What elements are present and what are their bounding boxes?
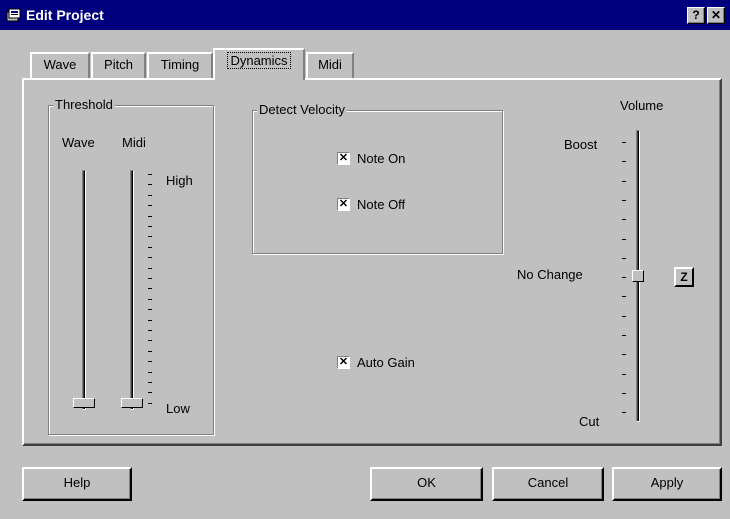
midi-tick: [148, 236, 152, 238]
detect-velocity-group-label: Detect Velocity: [257, 102, 347, 117]
apply-button-label: Apply: [650, 475, 684, 490]
note-on-label[interactable]: Note On: [357, 151, 405, 166]
auto-gain-label[interactable]: Auto Gain: [357, 355, 415, 370]
boost-label: Boost: [564, 137, 598, 152]
midi-tick: [148, 309, 152, 311]
midi-tick: [148, 382, 152, 383]
midi-tick: [148, 267, 152, 269]
tab-pitch[interactable]: Pitch: [91, 52, 146, 78]
midi-tick: [148, 319, 152, 321]
tab-pitch-label: Pitch: [104, 57, 133, 72]
tab-midi-label: Midi: [318, 57, 342, 72]
volume-tick: [622, 238, 626, 240]
help-button[interactable]: Help: [22, 467, 132, 501]
midi-tick: [148, 361, 152, 363]
high-label: High: [166, 173, 193, 188]
midi-tick: [148, 278, 152, 279]
ok-button-label: OK: [417, 475, 436, 490]
note-on-checkbox[interactable]: ✕: [337, 152, 350, 165]
tab-wave-label: Wave: [43, 57, 77, 72]
midi-tick: [148, 205, 152, 207]
volume-tick: [622, 161, 626, 163]
midi-tick: [148, 215, 152, 217]
volume-tick: [622, 277, 626, 279]
midi-tick: [148, 371, 152, 373]
volume-tick: [622, 392, 626, 394]
threshold-group-label: Threshold: [53, 97, 115, 112]
low-label: Low: [166, 401, 190, 416]
midi-tick: [148, 226, 152, 227]
detect-velocity-group: Detect Velocity: [252, 102, 503, 254]
wave-threshold-track[interactable]: [82, 170, 86, 410]
volume-tick: [622, 315, 626, 317]
title-bar: Edit Project ? ✕: [0, 0, 730, 30]
midi-tick: [148, 288, 152, 290]
volume-slider[interactable]: [632, 270, 644, 282]
auto-gain-checkbox[interactable]: ✕: [337, 356, 350, 369]
midi-threshold-label: Midi: [122, 135, 146, 150]
tab-dynamics[interactable]: Dynamics: [213, 48, 305, 80]
volume-tick: [622, 335, 626, 336]
ok-button[interactable]: OK: [370, 467, 483, 501]
wave-threshold-label: Wave: [62, 135, 95, 150]
volume-tick: [622, 199, 626, 201]
midi-tick: [148, 330, 152, 331]
zero-volume-button[interactable]: Z: [674, 267, 694, 287]
apply-button[interactable]: Apply: [612, 467, 722, 501]
midi-threshold-slider[interactable]: [121, 398, 143, 408]
midi-tick: [148, 392, 152, 394]
midi-tick: [148, 246, 152, 248]
tab-midi[interactable]: Midi: [306, 52, 354, 78]
volume-tick: [622, 257, 626, 259]
tab-timing[interactable]: Timing: [147, 52, 213, 78]
help-button-label: Help: [63, 475, 91, 490]
no-change-label: No Change: [517, 267, 583, 282]
cut-label: Cut: [579, 414, 600, 429]
project-icon: [6, 7, 22, 23]
note-off-checkbox[interactable]: ✕: [337, 198, 350, 211]
volume-tick: [622, 373, 626, 375]
midi-threshold-track[interactable]: [130, 170, 134, 410]
midi-tick: [148, 257, 152, 259]
midi-tick: [148, 184, 152, 186]
cancel-button-label: Cancel: [527, 475, 569, 490]
volume-tick: [622, 354, 626, 356]
tab-wave[interactable]: Wave: [30, 52, 90, 78]
tab-dynamics-label: Dynamics: [227, 52, 291, 69]
wave-threshold-slider[interactable]: [73, 398, 95, 408]
volume-tick: [622, 412, 626, 414]
note-off-label[interactable]: Note Off: [357, 197, 405, 212]
volume-tick: [622, 180, 626, 182]
midi-tick: [148, 174, 152, 175]
volume-label: Volume: [620, 98, 664, 113]
midi-tick: [148, 194, 152, 196]
midi-tick: [148, 350, 152, 352]
midi-tick: [148, 340, 152, 342]
tab-timing-label: Timing: [160, 57, 200, 72]
help-title-button[interactable]: ?: [687, 7, 705, 24]
window-title: Edit Project: [26, 7, 104, 23]
midi-tick: [148, 402, 152, 404]
midi-tick: [148, 298, 152, 300]
volume-tick: [622, 219, 626, 221]
volume-tick: [622, 142, 626, 143]
close-button[interactable]: ✕: [707, 7, 725, 24]
volume-tick: [622, 296, 626, 298]
cancel-button[interactable]: Cancel: [492, 467, 604, 501]
